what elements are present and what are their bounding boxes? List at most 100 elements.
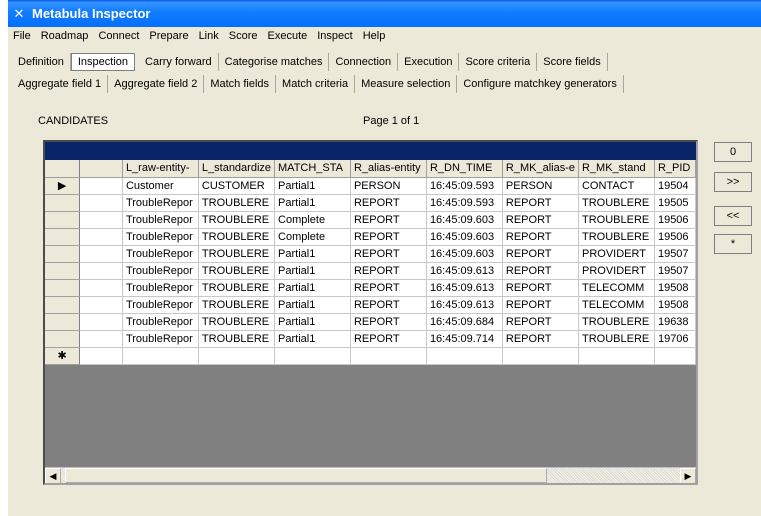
row-header[interactable] [45, 194, 81, 212]
table-cell[interactable]: TroubleRepor [122, 245, 199, 263]
table-cell[interactable]: TROUBLERE [198, 211, 276, 229]
menu-link[interactable]: Link [194, 30, 224, 42]
row-header[interactable] [45, 296, 81, 314]
row-header[interactable] [45, 313, 81, 331]
table-cell[interactable]: REPORT [502, 330, 579, 348]
scroll-left-arrow-icon[interactable]: ◀ [45, 468, 61, 483]
table-cell[interactable]: 19638 [654, 313, 696, 331]
table-cell[interactable]: TELECOMM [578, 296, 655, 314]
tab-match-fields[interactable]: Match fields [204, 75, 277, 93]
table-cell[interactable]: REPORT [502, 194, 579, 212]
table-cell[interactable] [79, 211, 123, 229]
table-cell[interactable]: Complete [274, 228, 351, 246]
row-header[interactable] [45, 211, 81, 229]
table-cell[interactable]: REPORT [350, 262, 427, 280]
table-cell[interactable]: Partial1 [274, 194, 351, 212]
table-cell[interactable]: TroubleRepor [122, 228, 199, 246]
table-cell[interactable] [79, 313, 123, 331]
current-row-indicator[interactable]: ▶ [45, 177, 81, 195]
table-cell[interactable]: CUSTOMER [198, 177, 276, 195]
tab-match-criteria[interactable]: Match criteria [276, 75, 356, 93]
table-cell[interactable]: 16:45:09.613 [426, 279, 503, 297]
table-cell[interactable]: 19504 [654, 177, 696, 195]
table-cell[interactable] [79, 262, 123, 280]
table-cell[interactable]: REPORT [350, 194, 427, 212]
table-cell[interactable]: TROUBLERE [198, 262, 276, 280]
table-cell[interactable]: 16:45:09.714 [426, 330, 503, 348]
table-row[interactable]: ▶ Customer CUSTOMER Partial1 PERSON 16:45:09.… [45, 177, 696, 195]
row-header[interactable] [45, 330, 81, 348]
table-cell[interactable]: Partial1 [274, 313, 351, 331]
all-button[interactable]: * [714, 234, 752, 254]
table-cell[interactable]: PERSON [502, 177, 579, 195]
menu-roadmap[interactable]: Roadmap [36, 30, 94, 42]
table-cell[interactable] [79, 194, 123, 212]
menu-file[interactable]: File [8, 30, 36, 42]
table-cell[interactable]: Partial1 [274, 279, 351, 297]
scroll-thumb[interactable] [65, 468, 547, 483]
table-cell[interactable]: TROUBLERE [198, 313, 276, 331]
row-header[interactable] [45, 279, 81, 297]
tab-inspection[interactable]: Inspection [70, 53, 136, 71]
table-cell[interactable] [350, 347, 427, 365]
zero-button[interactable]: 0 [714, 142, 752, 162]
table-cell[interactable]: Partial1 [274, 262, 351, 280]
table-cell[interactable]: 16:45:09.603 [426, 211, 503, 229]
table-cell[interactable]: REPORT [502, 211, 579, 229]
table-cell[interactable]: TROUBLERE [198, 279, 276, 297]
table-cell[interactable]: PROVIDERT [578, 245, 655, 263]
table-cell[interactable]: TroubleRepor [122, 262, 199, 280]
table-cell[interactable]: REPORT [350, 296, 427, 314]
column-header[interactable] [79, 160, 123, 178]
table-cell[interactable] [79, 177, 123, 195]
table-row[interactable]: TroubleRepor TROUBLERE Partial1 REPORT 16:45… [45, 245, 696, 263]
table-row[interactable]: TroubleRepor TROUBLERE Partial1 REPORT 16:45… [45, 313, 696, 331]
table-cell[interactable]: 16:45:09.593 [426, 194, 503, 212]
table-cell[interactable] [79, 296, 123, 314]
table-cell[interactable]: CONTACT [578, 177, 655, 195]
column-header[interactable]: MATCH_STA [274, 160, 351, 178]
table-cell[interactable] [79, 228, 123, 246]
tab-definition[interactable]: Definition [12, 53, 71, 71]
table-cell[interactable]: TROUBLERE [198, 194, 276, 212]
row-header[interactable] [45, 262, 81, 280]
table-cell[interactable]: PERSON [350, 177, 427, 195]
tab-carry-forward[interactable]: Carry forward [139, 53, 219, 71]
table-cell[interactable]: 16:45:09.593 [426, 177, 503, 195]
previous-button[interactable]: << [714, 206, 752, 226]
next-button[interactable]: >> [714, 172, 752, 192]
table-cell[interactable]: REPORT [502, 313, 579, 331]
table-cell[interactable]: 19506 [654, 228, 696, 246]
table-cell[interactable]: REPORT [502, 296, 579, 314]
menu-inspect[interactable]: Inspect [312, 30, 357, 42]
table-cell[interactable]: REPORT [350, 211, 427, 229]
column-header[interactable]: R_alias-entity [350, 160, 427, 178]
table-cell[interactable]: TroubleRepor [122, 313, 199, 331]
scroll-track[interactable] [61, 468, 680, 483]
table-cell[interactable] [654, 347, 696, 365]
column-header[interactable]: R_MK_stand [578, 160, 655, 178]
table-cell[interactable]: 16:45:09.613 [426, 296, 503, 314]
table-row[interactable]: TroubleRepor TROUBLERE Partial1 REPORT 16:45… [45, 194, 696, 212]
table-cell[interactable] [79, 347, 123, 365]
menu-execute[interactable]: Execute [263, 30, 313, 42]
table-row[interactable]: TroubleRepor TROUBLERE Partial1 REPORT 16:45… [45, 262, 696, 280]
table-cell[interactable] [502, 347, 579, 365]
title-bar[interactable]: ✕ Metabula Inspector [8, 0, 761, 27]
table-cell[interactable]: 19508 [654, 279, 696, 297]
table-cell[interactable] [578, 347, 655, 365]
table-cell[interactable]: Customer [122, 177, 199, 195]
row-header[interactable] [45, 245, 81, 263]
menu-connect[interactable]: Connect [93, 30, 144, 42]
table-cell[interactable]: REPORT [502, 245, 579, 263]
table-cell[interactable]: 19505 [654, 194, 696, 212]
column-header[interactable]: R_MK_alias-e [502, 160, 579, 178]
table-cell[interactable]: TROUBLERE [578, 228, 655, 246]
table-cell[interactable]: TroubleRepor [122, 211, 199, 229]
table-cell[interactable]: 19507 [654, 262, 696, 280]
table-cell[interactable]: REPORT [350, 313, 427, 331]
table-cell[interactable]: 19508 [654, 296, 696, 314]
table-cell[interactable] [79, 330, 123, 348]
table-cell[interactable]: TROUBLERE [198, 330, 276, 348]
table-cell[interactable]: TroubleRepor [122, 194, 199, 212]
